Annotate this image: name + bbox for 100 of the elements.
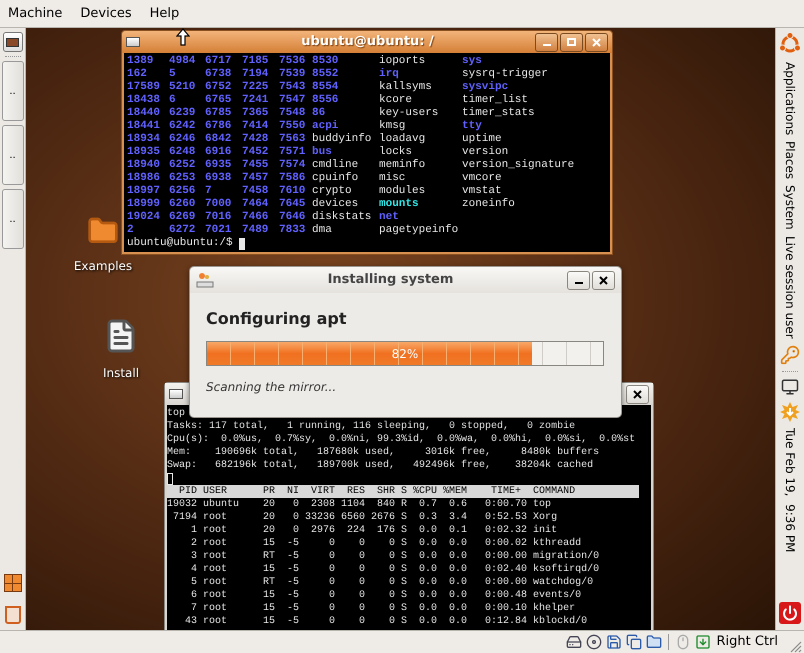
file-name: cpuinfo [312,172,358,185]
directory-name: 18438 [127,94,160,107]
drive-icon [196,271,214,289]
directory-name: 7571 [279,146,306,159]
file-name: dma [312,224,332,237]
directory-name: 18441 [127,120,160,133]
directory-name: 7645 [279,198,306,211]
file-name: timer_stats [462,107,535,120]
directory-name: 7000 [205,198,232,211]
directory-name: 18999 [127,198,160,211]
two-screens-icon[interactable] [626,634,642,650]
window-icon[interactable] [126,37,140,47]
directory-name: 2 [127,224,134,237]
file-name: kcore [379,94,412,107]
directory-name: 19024 [127,211,160,224]
directory-name: 6935 [205,159,232,172]
directory-name: 7021 [205,224,232,237]
close-icon [592,38,601,46]
directory-name: 18940 [127,159,160,172]
menu-item[interactable]: Devices [78,4,134,24]
window-list-button[interactable]: .. [2,61,24,121]
directory-name: 7185 [242,55,268,68]
directory-name: 7452 [242,146,268,159]
close-button[interactable] [626,384,649,404]
window-list-button[interactable]: .. [2,125,24,185]
file-name: kallsyms [379,81,432,94]
panel-menu[interactable]: Applications [778,62,802,136]
minimize-icon [574,282,582,284]
file-name: key-users [379,107,438,120]
panel-menu[interactable]: System [778,185,802,230]
directory-name: 7365 [242,107,268,120]
directory-name: 6239 [169,107,196,120]
window-list-button[interactable]: .. [2,189,24,249]
folder-icon[interactable] [646,634,662,650]
directory-name: 7548 [279,107,306,120]
directory-name: 18440 [127,107,160,120]
directory-name: 5 [169,68,176,81]
monitor-icon[interactable] [781,378,799,396]
directory-name: 5210 [169,81,196,94]
terminal-line: Mem: 190696k total, 187680k used, 3016k free, 8480k buffers [167,446,600,459]
starburst-icon[interactable] [780,402,800,422]
directory-name: 7225 [242,81,268,94]
file-name: version [462,146,508,159]
file-name: locks [379,146,412,159]
process-row-text: 4 root 15 -5 0 0 0 S 0.0 0.0 0:02.40 ksoftirqd/0 [190,563,600,576]
progress-percentage: 82% [392,346,418,362]
directory-name: 6 [169,94,176,107]
maximize-button[interactable] [560,32,583,52]
user-menu[interactable]: Live session user [781,236,799,339]
directory-name: sys [462,55,482,68]
directory-name: 162 [127,68,147,81]
disc-icon[interactable] [586,634,602,650]
process-row-text: 5 root RT -5 0 0 0 S 0.0 0.0 0:00.00 watchdog/0 [190,576,594,589]
process-row-text: 43 root 15 -5 0 0 0 S 0.0 0.0 0:12.84 kblockd/0 [184,615,588,628]
power-button[interactable] [779,602,801,624]
window-title: ubuntu@ubuntu: / [301,33,434,52]
directory-name: 6242 [169,120,196,133]
close-button[interactable] [592,270,615,290]
resize-grip-icon[interactable] [788,639,802,653]
directory-name: 18935 [127,146,160,159]
file-name: misc [379,172,406,185]
file-name: modules [379,185,426,198]
directory-name: 7547 [279,94,306,107]
process-row-text: 7 root 15 -5 0 0 0 S 0.0 0.0 0:00.10 khelper [190,602,576,615]
directory-name: 6252 [169,159,196,172]
dialog-title: Installing system [326,271,454,290]
file-name: crypto [312,185,352,198]
desktop-icon-label[interactable]: Install [102,364,140,382]
link-name: mounts [379,198,419,211]
process-table-header: PID USER PR NI VIRT RES SHR S %CPU %MEM TIME+ COMMAND [167,485,639,498]
text-cursor [238,238,245,250]
minimize-icon [542,44,550,46]
directory-name: sysvipc [462,81,508,94]
menu-item[interactable]: Machine [6,4,64,24]
file-name: kmsg [379,120,406,133]
close-button[interactable] [585,32,608,52]
directory-name: 6246 [169,133,196,146]
directory-name: 7646 [279,211,306,224]
minimize-button[interactable] [535,32,558,52]
directory-name: 6256 [169,185,196,198]
minimize-button[interactable] [567,270,590,290]
panel-menu[interactable]: Places [778,141,802,180]
directory-name: 6248 [169,146,196,159]
status-text: Scanning the mirror... [206,379,336,396]
workspace-icon[interactable] [4,574,22,592]
window-icon[interactable] [169,389,183,399]
menu-item[interactable]: Help [148,4,182,24]
directory-name: 6842 [205,133,232,146]
screen-icon[interactable] [2,32,22,52]
close-icon [633,390,642,398]
directory-name: 7833 [279,224,306,237]
desktop-icon-label[interactable]: Examples [74,257,132,275]
directory-name: 7194 [242,68,268,81]
clock[interactable]: Tue Feb 19, 9:36 PM [781,428,799,552]
maximize-icon [567,38,576,46]
directory-name: 7574 [279,159,306,172]
directory-name: 7586 [279,172,306,185]
directory-name: 7536 [279,55,306,68]
file-name: uptime [462,133,502,146]
trash-icon[interactable] [4,606,20,624]
